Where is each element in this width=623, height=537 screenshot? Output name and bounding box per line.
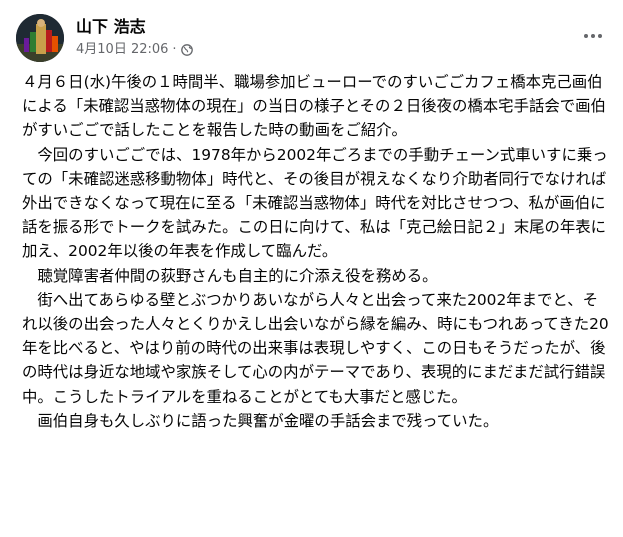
avatar[interactable] [16,14,64,62]
author-name[interactable]: 山下 浩志 [76,17,146,37]
post-paragraph: 今回のすいごごでは、1978年から2002年ごろまでの手動チェーン式車いすに乗っ… [22,145,608,261]
post-paragraph: 街へ出てあらゆる壁とぶつかりあいながら人々と出会って来た2002年までと、それ以… [22,290,609,406]
post-timestamp[interactable]: 4月10日 22:06 [76,42,168,58]
facebook-post: 山下 浩志 4月10日 22:06 · ４月６日(水)午後の１時間半、職場参加ビ… [0,0,623,537]
post-header: 山下 浩志 4月10日 22:06 · [16,12,607,62]
post-paragraph: 画伯自身も久しぶりに語った興奮が金曜の手話会まで残っていた。 [22,411,499,430]
post-paragraph: ４月６日(水)午後の１時間半、職場参加ビューローでのすいごごカフェ橋本克己画伯に… [22,73,606,140]
post-paragraph: 聴覚障害者仲間の荻野さんも自主的に介添え役を務める。 [22,266,438,285]
more-options-button[interactable] [579,22,607,50]
more-horizontal-icon [584,34,602,38]
post-meta: 4月10日 22:06 · [76,42,193,58]
post-body: ４月６日(水)午後の１時間半、職場参加ビューローでのすいごごカフェ橋本克己画伯に… [22,70,612,433]
meta-separator: · [172,42,177,57]
avatar-image [16,14,64,62]
globe-icon[interactable] [180,44,193,56]
